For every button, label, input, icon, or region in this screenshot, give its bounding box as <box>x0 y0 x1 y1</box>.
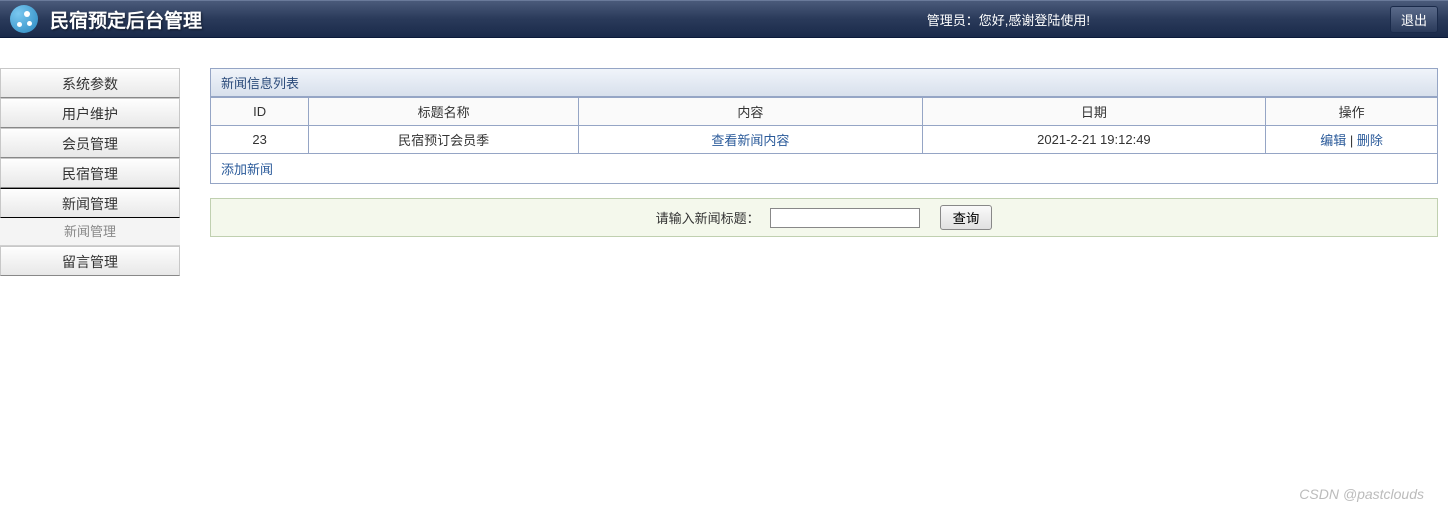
sidebar-item-news-manage[interactable]: 新闻管理 <box>0 188 180 218</box>
share-icon <box>10 5 38 33</box>
delete-link[interactable]: 删除 <box>1357 133 1383 148</box>
edit-link[interactable]: 编辑 <box>1320 133 1346 148</box>
cell-id: 23 <box>211 126 309 154</box>
search-bar: 请输入新闻标题： 查询 <box>210 198 1438 237</box>
app-title: 民宿预定后台管理 <box>50 6 202 33</box>
watermark: CSDN @pastclouds <box>1299 486 1424 502</box>
col-action: 操作 <box>1266 98 1438 126</box>
col-id: ID <box>211 98 309 126</box>
sidebar-item-member-manage[interactable]: 会员管理 <box>0 128 180 158</box>
view-content-link[interactable]: 查看新闻内容 <box>711 133 789 148</box>
col-date: 日期 <box>922 98 1266 126</box>
header-bar: 民宿预定后台管理 管理员：您好,感谢登陆使用! 退出 <box>0 0 1448 38</box>
sidebar-item-homestay-manage[interactable]: 民宿管理 <box>0 158 180 188</box>
sidebar-item-system-params[interactable]: 系统参数 <box>0 68 180 98</box>
search-label: 请输入新闻标题： <box>656 208 760 227</box>
logout-button[interactable]: 退出 <box>1390 6 1438 33</box>
sidebar-item-message-manage[interactable]: 留言管理 <box>0 246 180 276</box>
sidebar: 系统参数 用户维护 会员管理 民宿管理 新闻管理 新闻管理 留言管理 <box>0 38 180 276</box>
sidebar-subitem-news-manage[interactable]: 新闻管理 <box>0 218 180 246</box>
table-row: 23 民宿预订会员季 查看新闻内容 2021-2-21 19:12:49 编辑 … <box>211 126 1438 154</box>
admin-welcome: 管理员：您好,感谢登陆使用! <box>927 10 1090 29</box>
col-title: 标题名称 <box>309 98 579 126</box>
col-content: 内容 <box>579 98 923 126</box>
add-news-row: 添加新闻 <box>210 154 1438 184</box>
search-input[interactable] <box>770 208 920 228</box>
search-button[interactable]: 查询 <box>940 205 993 230</box>
main-content: 新闻信息列表 ID 标题名称 内容 日期 操作 23 民宿预订会员季 查看新闻内… <box>180 38 1448 276</box>
cell-title: 民宿预订会员季 <box>309 126 579 154</box>
panel-title: 新闻信息列表 <box>210 68 1438 97</box>
add-news-link[interactable]: 添加新闻 <box>221 162 273 177</box>
sidebar-item-user-maintain[interactable]: 用户维护 <box>0 98 180 128</box>
news-table: ID 标题名称 内容 日期 操作 23 民宿预订会员季 查看新闻内容 2021-… <box>210 97 1438 154</box>
cell-date: 2021-2-21 19:12:49 <box>922 126 1266 154</box>
